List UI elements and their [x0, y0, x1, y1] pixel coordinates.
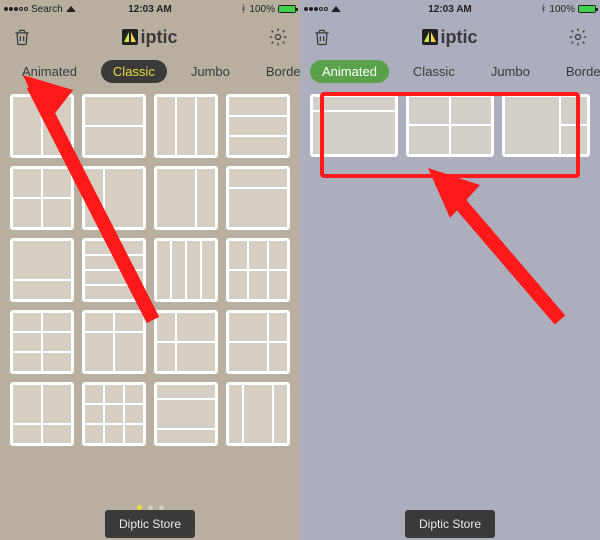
app-title: iptic — [300, 27, 600, 48]
layout-tile[interactable] — [226, 310, 290, 374]
tab-classic[interactable]: Classic — [401, 60, 467, 83]
layout-tile[interactable] — [10, 166, 74, 230]
layout-tile[interactable] — [82, 166, 146, 230]
battery-icon — [278, 5, 296, 13]
status-bar: Search 12:03 AM ᚼ 100% — [0, 0, 300, 18]
tab-jumbo[interactable]: Jumbo — [179, 60, 242, 83]
layout-tile[interactable] — [82, 94, 146, 158]
tab-bordered[interactable]: Bordered — [554, 60, 600, 83]
tab-jumbo[interactable]: Jumbo — [479, 60, 542, 83]
layout-tile[interactable] — [10, 310, 74, 374]
layout-tile[interactable] — [226, 382, 290, 446]
brand-text: iptic — [440, 27, 477, 48]
tab-animated[interactable]: Animated — [10, 60, 89, 83]
tab-classic[interactable]: Classic — [101, 60, 167, 83]
left-screenshot: Search 12:03 AM ᚼ 100% iptic — [0, 0, 300, 540]
diptic-store-button[interactable]: Diptic Store — [405, 510, 495, 538]
layout-grid — [0, 86, 300, 446]
layout-tile[interactable] — [10, 382, 74, 446]
app-title: iptic — [0, 27, 300, 48]
layout-tile[interactable] — [502, 94, 590, 157]
layout-tile[interactable] — [154, 238, 218, 302]
gear-icon[interactable] — [266, 25, 290, 49]
layout-tile[interactable] — [82, 310, 146, 374]
category-tabs[interactable]: AnimatedClassicJumboBorderedFancyFr — [300, 56, 600, 86]
layout-tile[interactable] — [10, 238, 74, 302]
layout-tile[interactable] — [226, 94, 290, 158]
clock: 12:03 AM — [300, 4, 600, 15]
logo-icon — [122, 29, 138, 45]
trash-icon[interactable] — [310, 25, 334, 49]
battery-icon — [578, 5, 596, 13]
layout-tile[interactable] — [154, 166, 218, 230]
layout-tile[interactable] — [406, 94, 494, 157]
brand-text: iptic — [140, 27, 177, 48]
trash-icon[interactable] — [10, 25, 34, 49]
layout-tile[interactable] — [82, 382, 146, 446]
tab-animated[interactable]: Animated — [310, 60, 389, 83]
layout-tile[interactable] — [82, 238, 146, 302]
layout-tile[interactable] — [226, 166, 290, 230]
diptic-store-button[interactable]: Diptic Store — [105, 510, 195, 538]
layout-grid — [300, 86, 600, 157]
logo-icon — [422, 29, 438, 45]
category-tabs[interactable]: AnimatedClassicJumboBorderedFancyFr — [0, 56, 300, 86]
gear-icon[interactable] — [566, 25, 590, 49]
layout-tile[interactable] — [226, 238, 290, 302]
layout-tile[interactable] — [10, 94, 74, 158]
layout-tile[interactable] — [310, 94, 398, 157]
status-bar: 12:03 AM ᚼ 100% — [300, 0, 600, 18]
nav-bar: iptic — [0, 18, 300, 56]
layout-tile[interactable] — [154, 382, 218, 446]
right-screenshot: 12:03 AM ᚼ 100% iptic AnimatedClassi — [300, 0, 600, 540]
layout-tile[interactable] — [154, 94, 218, 158]
layout-tile[interactable] — [154, 310, 218, 374]
nav-bar: iptic — [300, 18, 600, 56]
tab-bordered[interactable]: Bordered — [254, 60, 300, 83]
clock: 12:03 AM — [0, 4, 300, 15]
